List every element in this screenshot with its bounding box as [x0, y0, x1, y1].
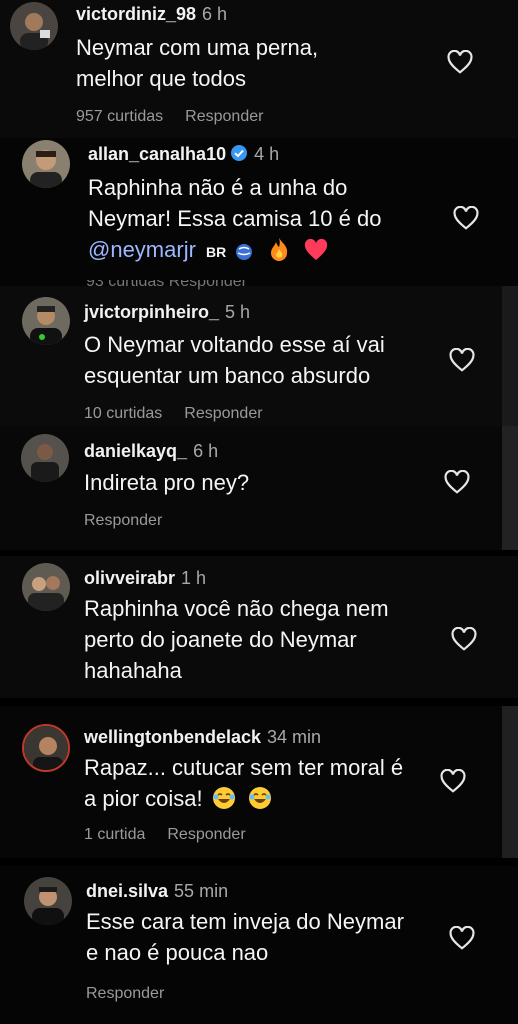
- username[interactable]: danielkayq_: [84, 441, 187, 461]
- laughing-emoji-icon: [212, 787, 235, 809]
- heart-outline-icon[interactable]: [449, 348, 475, 372]
- timestamp: 6 h: [202, 4, 228, 24]
- likes-count[interactable]: 10 curtidas: [84, 405, 162, 422]
- timestamp: 55 min: [174, 881, 229, 901]
- timestamp: 6 h: [193, 441, 219, 461]
- globe-icon: [236, 244, 253, 260]
- timestamp: 5 h: [225, 302, 251, 322]
- fire-emoji-icon: [270, 238, 287, 261]
- comment-text: Raphinha você não chega nem: [84, 596, 389, 621]
- reply-button[interactable]: Responder: [84, 512, 162, 529]
- laughing-emoji-icon: [248, 787, 271, 809]
- heart-outline-icon[interactable]: [440, 769, 466, 793]
- scrollbar-edge: [502, 286, 518, 426]
- heart-outline-icon[interactable]: [447, 50, 473, 74]
- flag-text: BR: [206, 244, 227, 260]
- heart-outline-icon[interactable]: [444, 470, 470, 494]
- username[interactable]: olivveirabr: [84, 568, 175, 588]
- avatar[interactable]: [10, 2, 58, 50]
- username[interactable]: allan_canalha10: [88, 144, 226, 164]
- timestamp: 1 h: [181, 568, 207, 588]
- username[interactable]: wellingtonbendelack: [84, 727, 261, 747]
- username[interactable]: jvictorpinheiro_: [84, 302, 219, 322]
- verified-badge-icon: [231, 145, 248, 161]
- heart-outline-icon[interactable]: [451, 627, 477, 651]
- avatar[interactable]: [21, 434, 69, 482]
- comment-text: perto do joanete do Neymar: [84, 627, 357, 652]
- heart-outline-icon[interactable]: [453, 206, 479, 230]
- avatar[interactable]: [24, 877, 72, 925]
- username[interactable]: dnei.silva: [86, 881, 168, 901]
- reply-button[interactable]: Responder: [167, 826, 245, 843]
- comment-text: a pior coisa!: [84, 786, 203, 811]
- heart-emoji-icon: [304, 239, 327, 260]
- comment-text: Raphinha não é a unha do: [88, 175, 348, 200]
- avatar[interactable]: [22, 140, 70, 188]
- comment-text: hahahaha: [84, 658, 182, 683]
- timestamp: 4 h: [254, 144, 280, 164]
- comment-text: Indireta pro ney?: [84, 470, 250, 495]
- reply-button[interactable]: Responder: [86, 985, 164, 1002]
- timestamp: 34 min: [267, 727, 322, 747]
- likes-count[interactable]: 1 curtida: [84, 826, 145, 843]
- comment-text: Neymar com uma perna,: [76, 35, 319, 60]
- likes-count[interactable]: 957 curtidas: [76, 108, 163, 125]
- avatar[interactable]: [22, 563, 70, 611]
- avatar[interactable]: [22, 724, 70, 772]
- username[interactable]: victordiniz_98: [76, 4, 196, 24]
- reply-button[interactable]: Responder: [184, 405, 262, 422]
- comment-text: Esse cara tem inveja do Neymar: [86, 909, 404, 934]
- comment-text: Neymar! Essa camisa 10 é do: [88, 206, 382, 231]
- comment-bg: [0, 426, 518, 550]
- avatar[interactable]: [22, 297, 70, 345]
- comment-text: e nao é pouca nao: [86, 940, 269, 965]
- mention-link[interactable]: @neymarjr: [88, 237, 196, 262]
- reply-button[interactable]: Responder: [185, 108, 263, 125]
- comment-text: Rapaz... cutucar sem ter moral é: [84, 755, 404, 780]
- comment-text: O Neymar voltando esse aí vai: [84, 332, 385, 357]
- comment-text: esquentar um banco absurdo: [84, 363, 371, 388]
- heart-outline-icon[interactable]: [449, 926, 475, 950]
- scrollbar-edge: [502, 426, 518, 550]
- comment-text: melhor que todos: [76, 66, 246, 91]
- scrollbar-edge: [502, 706, 518, 858]
